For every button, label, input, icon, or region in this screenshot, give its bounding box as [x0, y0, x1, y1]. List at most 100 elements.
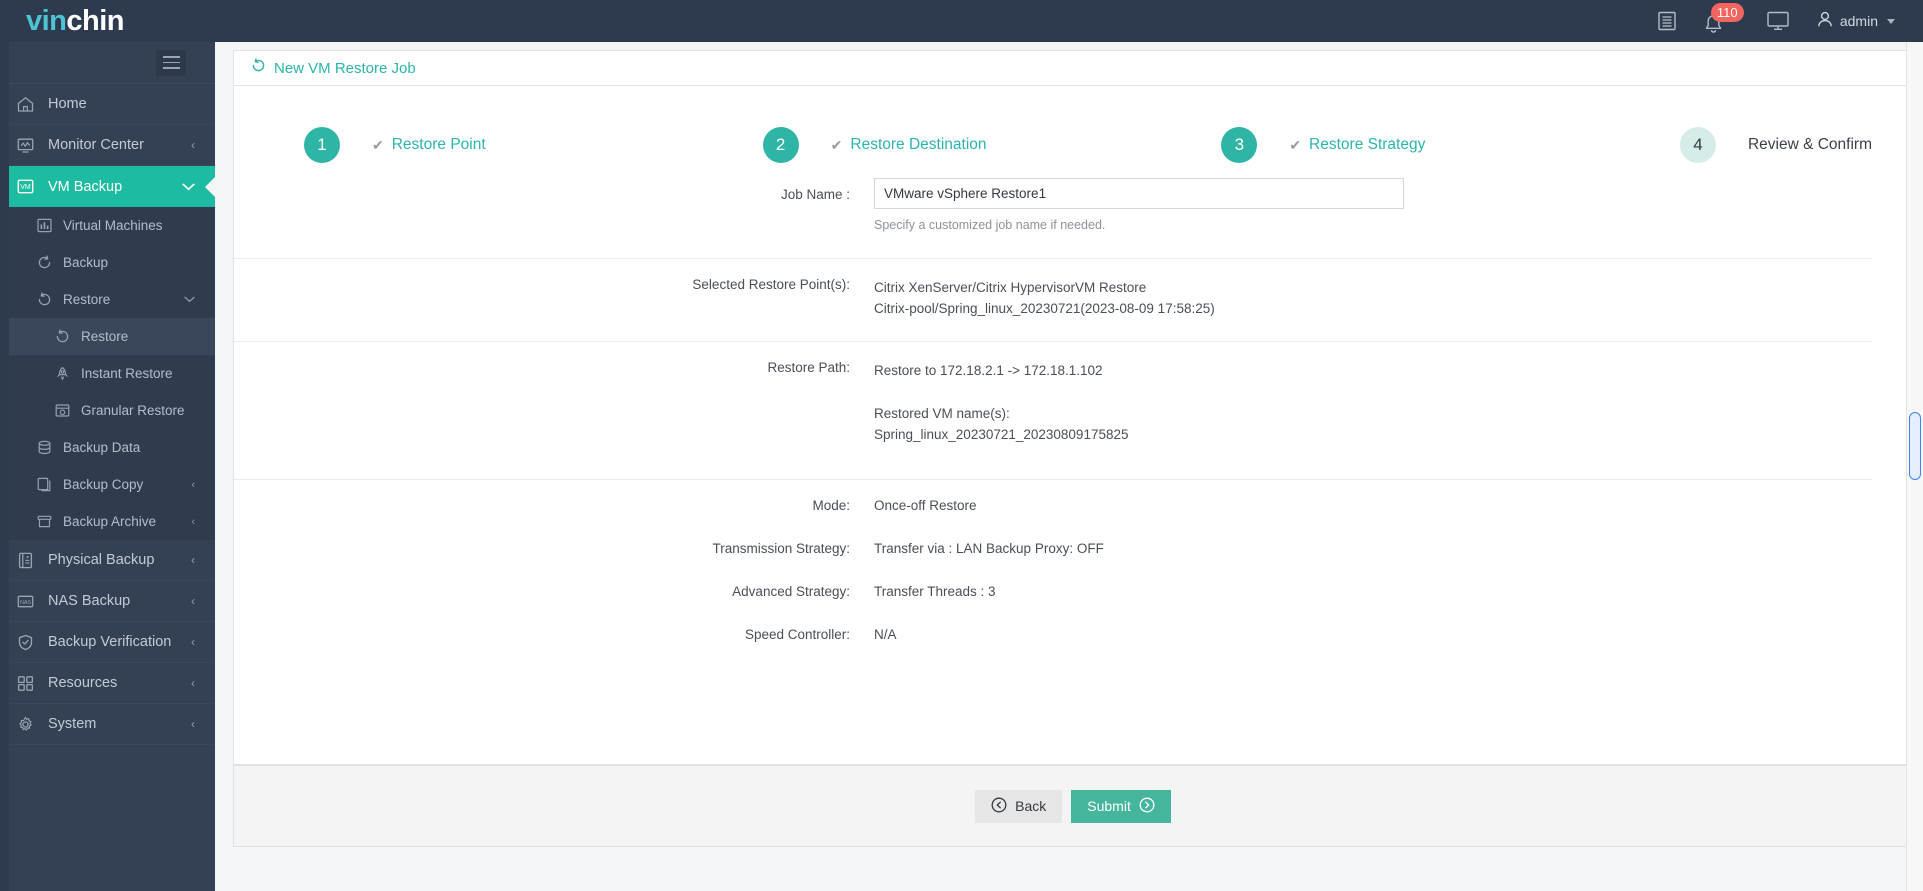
- sidebar-item-label: Restore: [81, 329, 129, 344]
- chevron-left-icon[interactable]: ‹: [191, 479, 195, 491]
- page-title-bar: New VM Restore Job: [233, 50, 1913, 86]
- restore-icon: [37, 292, 59, 307]
- sidebar-item-restore[interactable]: Restore: [0, 318, 215, 355]
- chevron-left-icon[interactable]: ‹: [191, 718, 195, 730]
- sidebar: Home Monitor Center ‹ VM VM Backup Virtu…: [0, 42, 215, 891]
- mode-label: Mode:: [812, 498, 850, 513]
- job-name-label: Job Name :: [780, 187, 850, 202]
- window-icon: [55, 403, 77, 418]
- svg-text:NAS: NAS: [20, 600, 31, 606]
- hamburger-line: [162, 56, 180, 58]
- user-icon: [1817, 11, 1833, 31]
- sidebar-item-label: Monitor Center: [48, 137, 144, 153]
- bell-icon[interactable]: 110: [1691, 0, 1744, 42]
- check-icon: ✔: [372, 136, 384, 153]
- svg-text:VM: VM: [20, 184, 31, 191]
- wizard-stepper: 1 ✔ Restore Point 2 ✔ Restore Destinatio…: [234, 86, 1912, 178]
- monitor-chart-icon: [17, 137, 42, 154]
- chevron-left-icon[interactable]: ‹: [191, 595, 195, 607]
- chevron-left-icon[interactable]: ‹: [191, 516, 195, 528]
- hamburger-line: [162, 67, 180, 69]
- row-selected-restore-points: Selected Restore Point(s): Citrix XenSer…: [234, 259, 1872, 342]
- logo-text-second: chin: [66, 5, 125, 37]
- sidebar-item-vm-backup[interactable]: VM VM Backup: [0, 166, 215, 207]
- step-number: 3: [1221, 127, 1258, 163]
- sidebar-item-label: Backup: [63, 255, 109, 270]
- menu-toggle-icon[interactable]: [156, 49, 186, 76]
- sidebar-item-physical-backup[interactable]: Physical Backup ‹: [0, 540, 215, 581]
- page-scrollbar-thumb[interactable]: [1909, 412, 1921, 480]
- archive-icon: [37, 514, 59, 529]
- copy-icon: [37, 477, 59, 492]
- back-button-label: Back: [1015, 798, 1047, 814]
- sidebar-item-granular-restore[interactable]: Granular Restore: [0, 392, 215, 429]
- chevron-down-icon[interactable]: [1887, 18, 1895, 24]
- notification-badge[interactable]: 110: [1710, 3, 1744, 22]
- step-label: Restore Destination: [850, 136, 987, 153]
- rocket-icon: [55, 366, 77, 381]
- restore-icon: [55, 329, 77, 344]
- sidebar-item-backup-data[interactable]: Backup Data: [0, 429, 215, 466]
- back-button[interactable]: Back: [975, 789, 1063, 823]
- sidebar-item-label: VM Backup: [48, 178, 123, 195]
- user-menu[interactable]: admin: [1801, 0, 1905, 42]
- sidebar-item-resources[interactable]: Resources ‹: [0, 663, 215, 704]
- sidebar-item-restore-group[interactable]: Restore: [0, 281, 215, 318]
- transmission-label: Transmission Strategy:: [712, 541, 850, 556]
- app-logo[interactable]: vinchin: [0, 0, 215, 42]
- sidebar-item-label: Resources: [48, 675, 118, 691]
- top-bar: vinchin 110 admin: [0, 0, 1923, 42]
- job-name-hint: Specify a customized job name if needed.: [874, 218, 1106, 232]
- shield-check-icon: [17, 634, 42, 651]
- notes-list-icon[interactable]: [1645, 0, 1691, 42]
- step-label-wrap: ✔ Restore Destination: [831, 136, 987, 154]
- step-restore-destination[interactable]: 2 ✔ Restore Destination: [762, 127, 1222, 163]
- advanced-value: Transfer Threads : 3: [874, 584, 996, 599]
- arrow-right-circle-icon: [1139, 797, 1155, 816]
- chevron-down-icon[interactable]: [182, 181, 195, 193]
- monitor-icon[interactable]: [1755, 0, 1801, 42]
- step-restore-point[interactable]: 1 ✔ Restore Point: [304, 127, 763, 163]
- sidebar-item-system[interactable]: System ‹: [0, 704, 215, 745]
- row-mode: Mode: Once-off Restore: [234, 480, 1872, 513]
- user-name: admin: [1839, 13, 1878, 29]
- transmission-value: Transfer via : LAN Backup Proxy: OFF: [874, 541, 1104, 556]
- chevron-left-icon[interactable]: ‹: [191, 139, 195, 151]
- database-icon: [37, 440, 59, 455]
- sidebar-item-monitor-center[interactable]: Monitor Center ‹: [0, 125, 215, 166]
- submit-button-label: Submit: [1087, 798, 1131, 814]
- review-form: Job Name : Specify a customized job name…: [234, 178, 1912, 642]
- restore-path-line-1: Restore to 172.18.2.1 -> 172.18.1.102: [874, 363, 1103, 378]
- chevron-left-icon[interactable]: ‹: [191, 554, 195, 566]
- sidebar-item-label: Backup Archive: [63, 514, 157, 529]
- restore-icon: [251, 58, 266, 78]
- check-icon: ✔: [1289, 136, 1302, 153]
- row-transmission-strategy: Transmission Strategy: Transfer via : LA…: [234, 513, 1872, 556]
- row-advanced-strategy: Advanced Strategy: Transfer Threads : 3: [234, 556, 1872, 599]
- wizard-panel: 1 ✔ Restore Point 2 ✔ Restore Destinatio…: [233, 86, 1913, 765]
- sidebar-toggle-row: [0, 42, 215, 84]
- chevron-left-icon[interactable]: ‹: [191, 677, 195, 689]
- grid-chart-icon: [37, 218, 59, 233]
- sidebar-item-label: Backup Copy: [63, 477, 144, 492]
- sidebar-item-backup-archive[interactable]: Backup Archive ‹: [0, 503, 215, 540]
- chevron-down-icon[interactable]: [184, 294, 195, 306]
- main-content: New VM Restore Job 1 ✔ Restore Point 2 ✔…: [215, 42, 1923, 891]
- sidebar-item-backup-copy[interactable]: Backup Copy ‹: [0, 466, 215, 503]
- sidebar-item-home[interactable]: Home: [0, 84, 215, 125]
- sidebar-item-instant-restore[interactable]: Instant Restore: [0, 355, 215, 392]
- job-name-input[interactable]: [874, 178, 1404, 209]
- step-review-confirm[interactable]: 4 Review & Confirm: [1679, 127, 1872, 163]
- submit-button[interactable]: Submit: [1071, 789, 1171, 823]
- sidebar-item-backup[interactable]: Backup: [0, 244, 215, 281]
- sidebar-item-virtual-machines[interactable]: Virtual Machines: [0, 207, 215, 244]
- sidebar-item-label: Backup Data: [63, 440, 141, 455]
- restore-points-label: Selected Restore Point(s):: [692, 277, 850, 292]
- chevron-left-icon[interactable]: ‹: [191, 636, 195, 648]
- step-restore-strategy[interactable]: 3 ✔ Restore Strategy: [1221, 127, 1680, 163]
- sidebar-item-label: Backup Verification: [48, 634, 172, 650]
- row-speed-controller: Speed Controller: N/A: [234, 599, 1872, 642]
- server-icon: [17, 552, 42, 569]
- sidebar-item-nas-backup[interactable]: NAS NAS Backup ‹: [0, 581, 215, 622]
- sidebar-item-backup-verification[interactable]: Backup Verification ‹: [0, 622, 215, 663]
